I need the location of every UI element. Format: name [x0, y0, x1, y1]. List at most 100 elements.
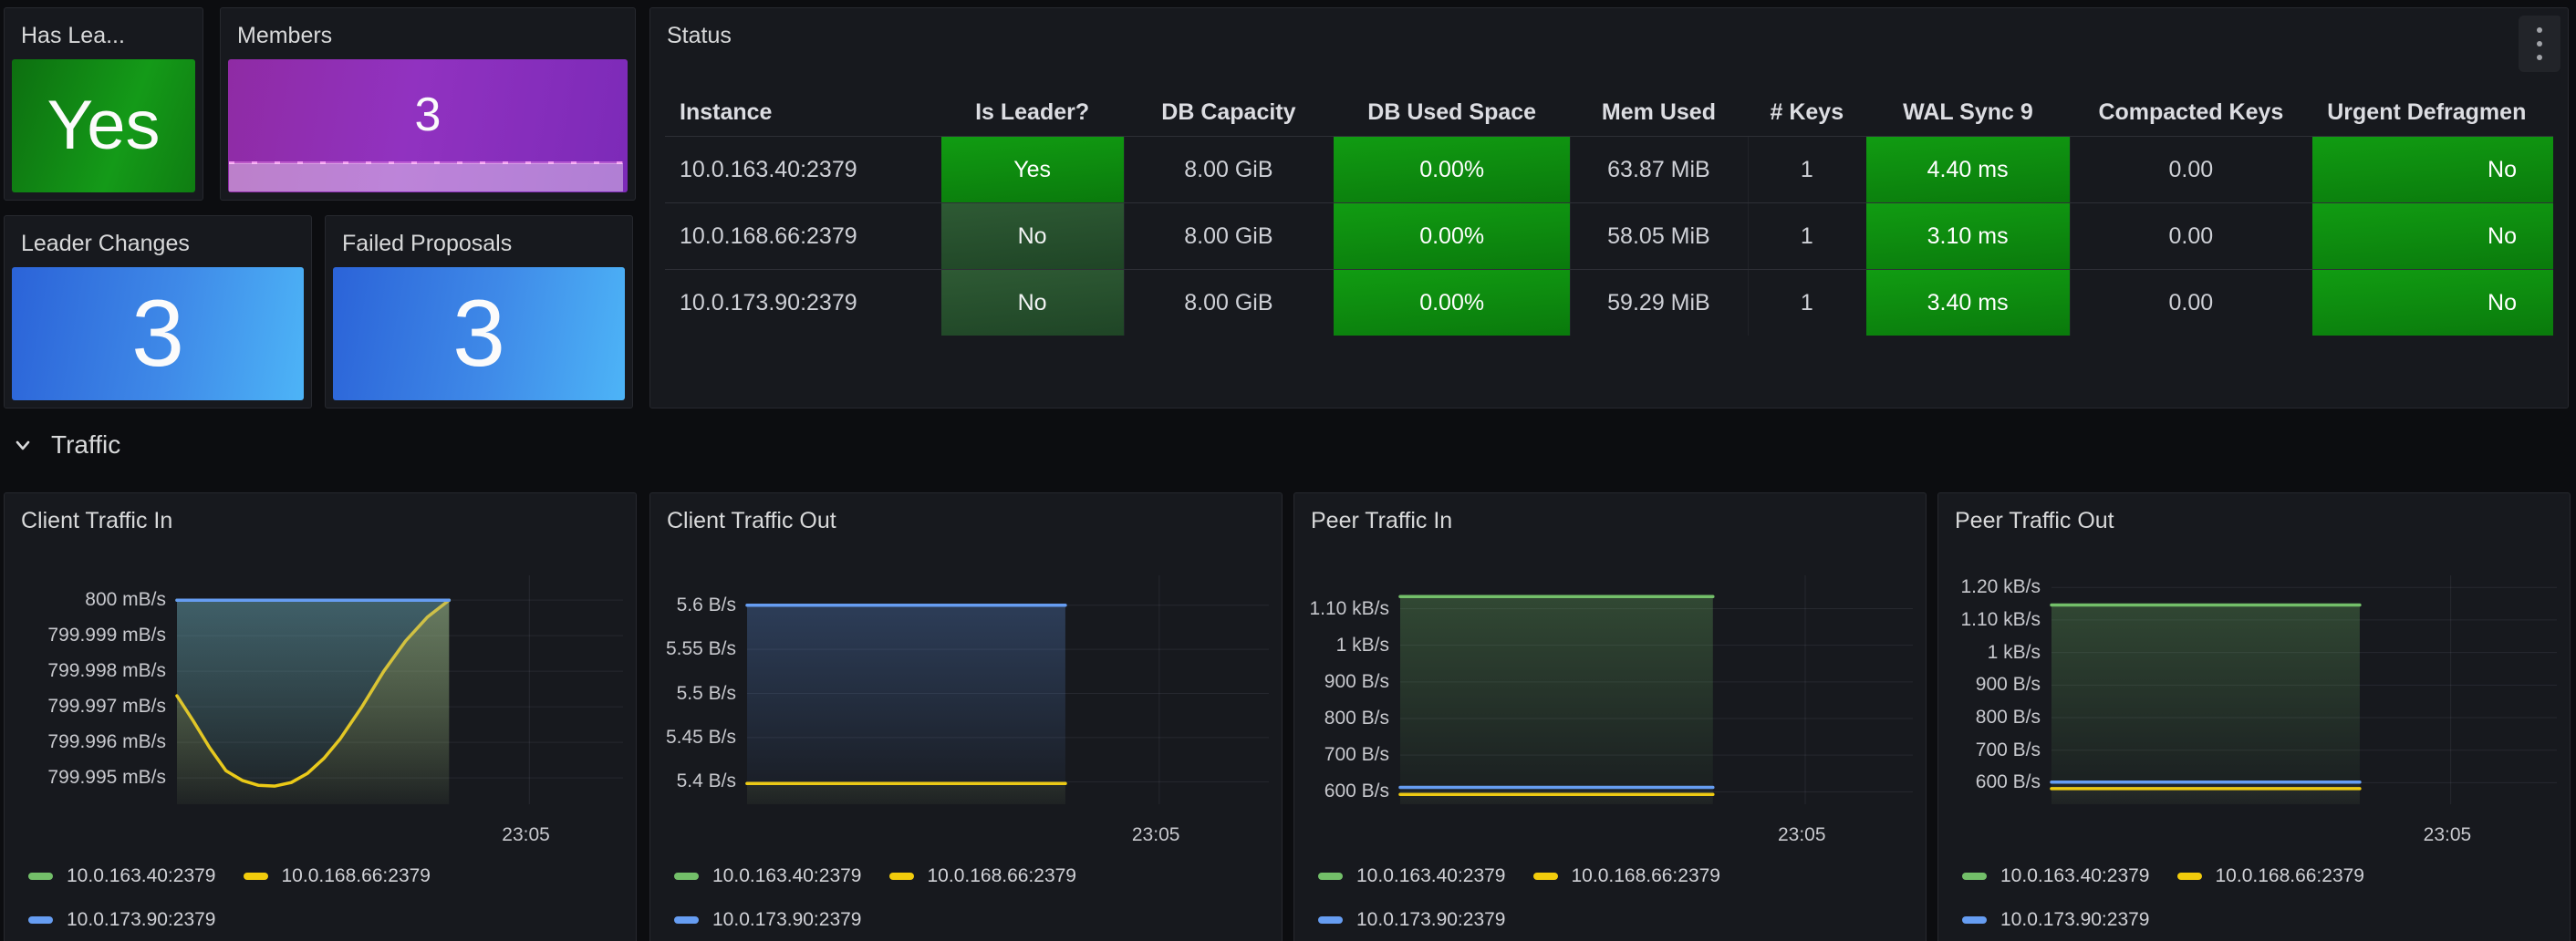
table-header-row: InstanceIs Leader?DB CapacityDB Used Spa… [665, 88, 2553, 136]
table-cell: 63.87 MiB [1570, 137, 1748, 202]
y-axis-tick: 5.45 B/s [650, 727, 736, 749]
column-header[interactable]: DB Capacity [1124, 99, 1335, 126]
stat-background: 3 [12, 267, 304, 400]
legend-color-pill [674, 873, 699, 880]
table-cell: 0.00% [1334, 270, 1570, 336]
legend-color-pill [1318, 916, 1343, 924]
legend-item[interactable]: 10.0.168.66:2379 [1533, 865, 1721, 887]
legend-color-pill [1962, 916, 1987, 924]
y-axis-tick: 800 B/s [1294, 708, 1389, 729]
panel-client-traffic-out: Client Traffic Out 5.6 B/s 5.55 B/s 5.5 B/… [649, 492, 1283, 941]
stat-background: Yes [12, 59, 195, 192]
line-chart-svg [747, 584, 1269, 804]
table-row: 10.0.168.66:2379No8.00 GiB0.00%58.05 MiB… [665, 202, 2553, 269]
y-axis-tick: 5.6 B/s [650, 595, 736, 616]
panel-menu-button[interactable] [2519, 16, 2560, 72]
series-area [2051, 605, 2360, 805]
table-cell: 0.00 [2070, 137, 2313, 202]
panel-title[interactable]: Has Lea... [21, 23, 125, 49]
table-cell: 10.0.163.40:2379 [665, 137, 941, 202]
panel-peer-traffic-in: Peer Traffic In 1.10 kB/s1 kB/s900 B/s80… [1293, 492, 1927, 941]
line-chart-svg [1400, 584, 1913, 804]
chart-legend: 10.0.163.40:2379 10.0.168.66:2379 10.0.173… [1962, 865, 2528, 931]
series-area [747, 605, 1065, 804]
table-cell: 59.29 MiB [1570, 270, 1748, 336]
legend-item[interactable]: 10.0.163.40:2379 [1318, 865, 1506, 887]
x-axis-label: 23:05 [502, 824, 550, 846]
sparkline-area [229, 163, 623, 191]
legend-item[interactable]: 10.0.168.66:2379 [2177, 865, 2365, 887]
table-cell: 3.40 ms [1866, 270, 2070, 336]
legend-item[interactable]: 10.0.163.40:2379 [1962, 865, 2150, 887]
y-axis-tick: 700 B/s [1938, 739, 2041, 761]
series-area [177, 600, 449, 804]
series-area [1400, 788, 1713, 805]
legend-item[interactable]: 10.0.173.90:2379 [28, 909, 216, 931]
y-axis-tick: 1.20 kB/s [1938, 576, 2041, 598]
status-table: InstanceIs Leader?DB CapacityDB Used Spa… [665, 88, 2553, 336]
section-traffic[interactable]: Traffic [13, 425, 120, 465]
table-cell: 4.40 ms [1866, 137, 2070, 202]
y-axis-tick: 1 kB/s [1294, 635, 1389, 657]
legend-item[interactable]: 10.0.163.40:2379 [674, 865, 862, 887]
y-axis-tick: 900 B/s [1938, 674, 2041, 696]
column-header[interactable]: Mem Used [1570, 99, 1748, 126]
panel-title[interactable]: Status [667, 23, 732, 49]
column-header[interactable]: Is Leader? [941, 99, 1124, 126]
legend-item[interactable]: 10.0.173.90:2379 [1962, 909, 2150, 931]
y-axis-tick: 1.10 kB/s [1294, 598, 1389, 620]
legend-item[interactable]: 10.0.168.66:2379 [244, 865, 431, 887]
table-row: 10.0.173.90:2379No8.00 GiB0.00%59.29 MiB… [665, 269, 2553, 336]
x-axis-label: 23:05 [2424, 824, 2472, 846]
legend-label: 10.0.168.66:2379 [928, 865, 1077, 887]
table-body: 10.0.163.40:2379Yes8.00 GiB0.00%63.87 Mi… [665, 136, 2553, 336]
table-cell: 8.00 GiB [1124, 137, 1335, 202]
x-axis-label: 23:05 [1778, 824, 1826, 846]
legend-label: 10.0.168.66:2379 [1572, 865, 1721, 887]
column-header[interactable]: Compacted Keys [2070, 99, 2313, 126]
table-cell: 8.00 GiB [1124, 270, 1335, 336]
legend-color-pill [1533, 873, 1558, 880]
panel-title[interactable]: Failed Proposals [342, 231, 512, 257]
panel-title[interactable]: Peer Traffic Out [1955, 508, 2114, 534]
legend-label: 10.0.163.40:2379 [712, 865, 862, 887]
y-axis-tick: 800 mB/s [5, 589, 166, 611]
table-cell: No [2312, 137, 2553, 202]
chevron-down-icon [13, 435, 33, 455]
panel-title[interactable]: Peer Traffic In [1311, 508, 1452, 534]
legend-item[interactable]: 10.0.173.90:2379 [1318, 909, 1506, 931]
y-axis-tick: 799.996 mB/s [5, 731, 166, 753]
y-axis-tick: 1 kB/s [1938, 642, 2041, 664]
y-axis-tick: 5.5 B/s [650, 683, 736, 705]
table-cell: Yes [941, 137, 1124, 202]
y-axis-tick: 5.55 B/s [650, 638, 736, 660]
y-axis-tick: 700 B/s [1294, 744, 1389, 766]
stat-value: 3 [452, 286, 505, 381]
legend-item[interactable]: 10.0.163.40:2379 [28, 865, 216, 887]
stat-background: 3 [228, 59, 628, 192]
column-header[interactable]: Urgent Defragmen [2312, 99, 2553, 126]
panel-title[interactable]: Client Traffic Out [667, 508, 836, 534]
legend-label: 10.0.168.66:2379 [2216, 865, 2365, 887]
column-header[interactable]: # Keys [1748, 99, 1866, 126]
table-row: 10.0.163.40:2379Yes8.00 GiB0.00%63.87 Mi… [665, 136, 2553, 202]
panel-client-traffic-in: Client Traffic In 800 mB/s 799.999 mB/s 79… [4, 492, 637, 941]
panel-leader-changes: Leader Changes 3 [4, 215, 312, 408]
column-header[interactable]: Instance [665, 99, 941, 126]
legend-item[interactable]: 10.0.173.90:2379 [674, 909, 862, 931]
legend-color-pill [2177, 873, 2202, 880]
legend-color-pill [244, 873, 268, 880]
panel-title[interactable]: Leader Changes [21, 231, 190, 257]
table-cell: No [2312, 270, 2553, 336]
legend-item[interactable]: 10.0.168.66:2379 [889, 865, 1077, 887]
y-axis-tick: 799.998 mB/s [5, 660, 166, 682]
panel-title[interactable]: Members [237, 23, 332, 49]
column-header[interactable]: DB Used Space [1334, 99, 1570, 126]
panel-title[interactable]: Client Traffic In [21, 508, 172, 534]
legend-color-pill [1962, 873, 1987, 880]
panel-members: Members 3 [220, 7, 636, 201]
line-chart-svg [177, 584, 623, 804]
y-axis-tick: 799.999 mB/s [5, 625, 166, 646]
y-axis-tick: 5.4 B/s [650, 770, 736, 792]
column-header[interactable]: WAL Sync 99t [1866, 99, 2070, 126]
